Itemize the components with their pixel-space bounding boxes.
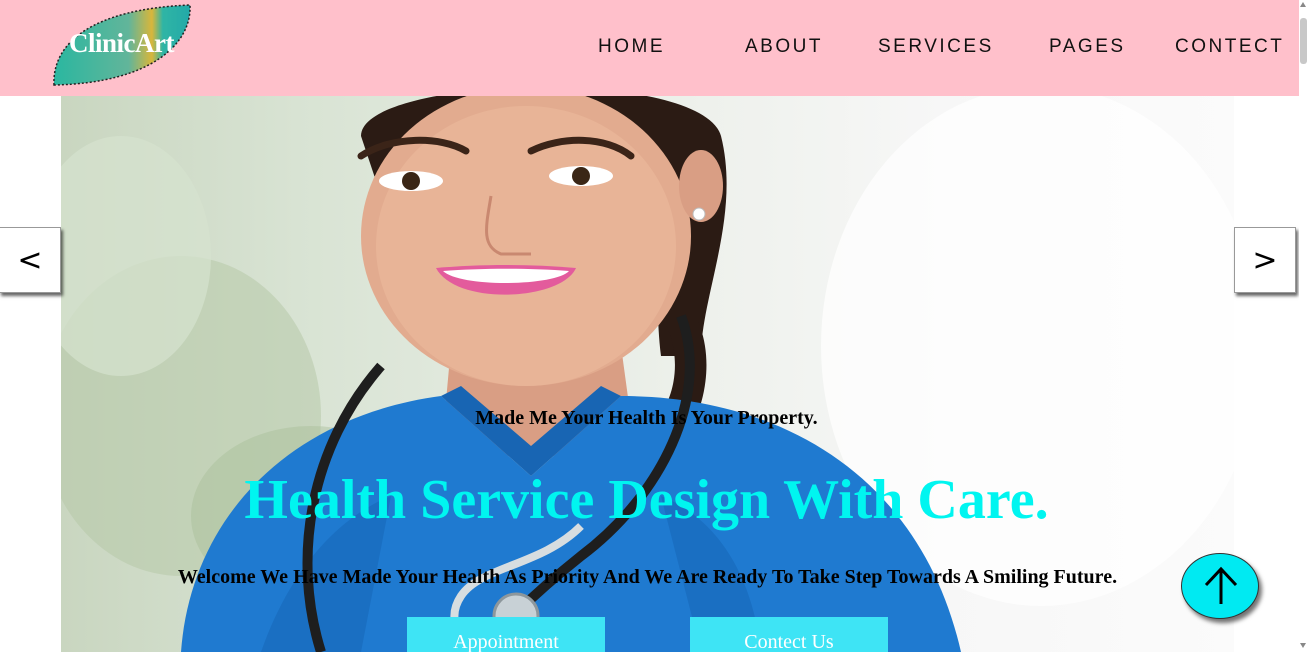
hero-welcome-text: Welcome We Have Made Your Health As Prio… (177, 566, 1118, 588)
scroll-to-top-button[interactable] (1181, 553, 1259, 619)
nav-about[interactable]: ABOUT (745, 36, 823, 58)
arrow-up-icon (1204, 566, 1238, 604)
brand-name[interactable]: ClinicArt (69, 28, 174, 59)
hero-headline: Health Service Design With Care. (244, 469, 1049, 531)
slider-prev-button[interactable]: < (0, 227, 61, 293)
nav-services[interactable]: SERVICES (878, 36, 994, 58)
site-header: ClinicArt HOME ABOUT SERVICES PAGES CONT… (0, 0, 1299, 96)
appointment-button-label: Appointment (453, 631, 559, 652)
nav-pages[interactable]: PAGES (1049, 36, 1126, 58)
page-scrollbar[interactable] (1299, 0, 1308, 652)
nav-home[interactable]: HOME (598, 36, 665, 58)
slider-next-button[interactable]: > (1234, 227, 1296, 293)
contact-us-button[interactable]: Contect Us (690, 617, 888, 652)
nav-contect[interactable]: CONTECT (1175, 36, 1284, 58)
scrollbar-thumb[interactable] (1300, 18, 1307, 64)
scroll-up-arrow-icon[interactable] (1300, 2, 1306, 7)
scroll-down-arrow-icon[interactable] (1300, 643, 1306, 648)
hero-tagline: Made Me Your Health Is Your Property. (475, 407, 818, 429)
appointment-button[interactable]: Appointment (407, 617, 605, 652)
contact-us-button-label: Contect Us (744, 631, 834, 652)
